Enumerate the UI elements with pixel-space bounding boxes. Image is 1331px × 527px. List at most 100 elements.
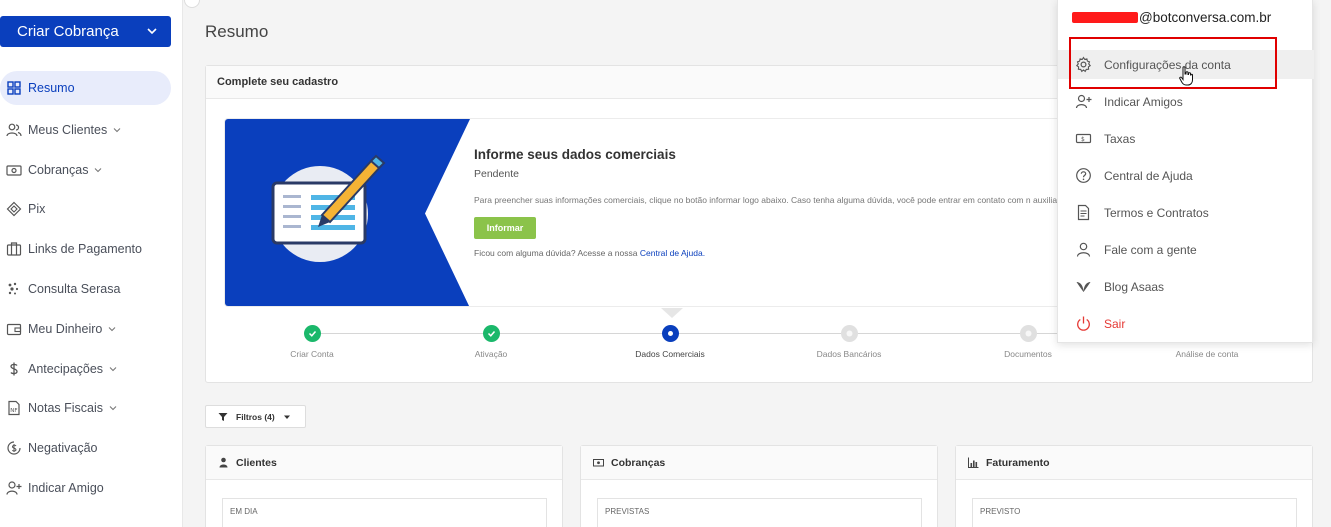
svg-text:$: $ [1081,136,1085,143]
step-label: Criar Conta [290,349,334,359]
sidebar-item-notas-fiscais[interactable]: NF Notas Fiscais [0,389,171,429]
sidebar-item-label: Links de Pagamento [28,242,142,257]
sidebar-item-label: Notas Fiscais [28,401,104,416]
step-label: Dados Bancários [816,349,882,359]
billing-panel: Faturamento PREVISTO [955,445,1313,527]
panel-subcard: EM DIA [222,498,547,527]
menu-item-fees[interactable]: $ Taxas [1058,124,1314,153]
add-user-icon [6,481,22,495]
sidebar-item-label: Negativação [28,441,98,456]
panel-subcard: PREVISTO [972,498,1297,527]
sidebar-item-indicar-amigo[interactable]: Indicar Amigo [0,468,171,508]
chevron-down-icon [109,366,117,371]
panel-subcard: PREVISTAS [597,498,922,527]
sidebar-item-label: Meu Dinheiro [28,321,103,336]
menu-item-label: Sair [1104,316,1126,331]
add-user-icon [1075,94,1092,109]
pix-icon [6,202,22,217]
panel-header: Cobranças [581,446,937,480]
sidebar-item-label: Indicar Amigo [28,481,104,496]
banner-title: Informe seus dados comerciais [474,147,676,162]
panel-title: Clientes [236,456,277,469]
person-icon [1076,242,1091,257]
power-icon [1077,316,1090,331]
money-icon [593,459,604,467]
filters-label: Filtros (4) [236,411,275,422]
sidebar-item-antecipacoes[interactable]: Antecipações [0,349,171,389]
banner-status: Pendente [474,168,519,180]
users-icon [6,123,22,137]
step-dados-comerciais[interactable]: Dados Comerciais [600,321,740,359]
informar-button[interactable]: Informar [474,217,536,239]
account-email: @botconversa.com.br [1072,10,1271,25]
sidebar-item-label: Consulta Serasa [28,282,121,297]
blog-icon [1076,282,1091,292]
menu-item-label: Taxas [1104,131,1136,146]
help-text: Ficou com alguma dúvida? Acesse a nossa [474,248,638,258]
current-step-icon [661,325,679,342]
collapse-sidebar-button[interactable] [184,0,200,8]
chevron-down-icon [108,326,116,332]
document-icon [1077,204,1090,221]
menu-item-label: Central de Ajuda [1104,168,1193,183]
sidebar-item-resumo[interactable]: Resumo [0,71,171,105]
step-pointer [661,308,683,318]
step-ativacao[interactable]: Ativação [421,321,561,359]
filters-button[interactable]: Filtros (4) [205,405,306,428]
clients-panel: Clientes EM DIA [205,445,563,527]
menu-item-logout[interactable]: Sair [1058,309,1314,338]
menu-item-label: Configurações da conta [1104,57,1231,72]
chevron-down-icon [147,28,157,35]
step-dados-bancarios[interactable]: Dados Bancários [779,321,919,359]
account-menu: @botconversa.com.br Configurações da con… [1057,0,1314,343]
help-center-link[interactable]: Central de Ajuda. [640,248,705,258]
sidebar-item-negativacao[interactable]: Negativação [0,428,171,468]
menu-item-blog[interactable]: Blog Asaas [1058,272,1314,301]
dashboard-icon [7,81,21,95]
pending-step-icon [840,325,858,342]
charges-panel: Cobranças PREVISTAS [580,445,938,527]
business-data-banner: Informe seus dados comerciais Pendente P… [224,118,1084,307]
menu-item-help-center[interactable]: Central de Ajuda [1058,161,1314,190]
step-criar-conta[interactable]: Criar Conta [242,321,382,359]
redacted-username [1072,12,1138,23]
sidebar-item-consulta-serasa[interactable]: Consulta Serasa [0,269,171,309]
gear-icon [1075,56,1092,73]
panel-header: Clientes [206,446,562,480]
sidebar-nav: Resumo Meus Clientes Cobranças Pix Links… [0,71,171,508]
filter-icon [218,412,228,421]
panel-title: Faturamento [986,456,1050,469]
menu-item-label: Termos e Contratos [1104,205,1209,220]
banner-description: Para preencher suas informações comercia… [474,195,1062,205]
menu-item-terms[interactable]: Termos e Contratos [1058,198,1314,227]
chevron-down-icon [109,406,117,411]
sidebar-item-label: Cobranças [28,162,89,177]
menu-item-label: Fale com a gente [1104,242,1197,257]
help-icon [1076,168,1091,183]
link-icon [6,242,22,256]
sidebar: Criar Cobrança Resumo Meus Clientes Cobr… [0,0,183,527]
person-icon [219,457,228,468]
banner-content: Informe seus dados comerciais Pendente P… [474,147,1074,258]
step-label: Dados Comerciais [635,349,705,359]
pending-step-icon [1019,325,1037,342]
dollar-icon [10,362,18,376]
email-suffix: @botconversa.com.br [1139,10,1272,25]
money-icon: $ [1075,133,1092,144]
sidebar-item-cobrancas[interactable]: Cobranças [0,150,171,190]
sidebar-item-label: Meus Clientes [28,122,108,137]
svg-text:NF: NF [10,408,17,414]
sidebar-item-meu-dinheiro[interactable]: Meu Dinheiro [0,309,171,349]
menu-item-invite-friends[interactable]: Indicar Amigos [1058,87,1314,116]
step-label: Análise de conta [1175,349,1239,359]
sidebar-item-pix[interactable]: Pix [0,190,171,230]
sidebar-item-meus-clientes[interactable]: Meus Clientes [0,110,171,150]
serasa-icon [8,282,19,295]
hand-cursor-icon [1179,66,1193,86]
create-charge-button[interactable]: Criar Cobrança [0,16,171,47]
bar-chart-icon [968,457,979,468]
sidebar-item-links-pagamento[interactable]: Links de Pagamento [0,229,171,269]
money-icon [6,165,22,176]
menu-item-contact[interactable]: Fale com a gente [1058,235,1314,264]
caret-down-icon [283,415,290,419]
